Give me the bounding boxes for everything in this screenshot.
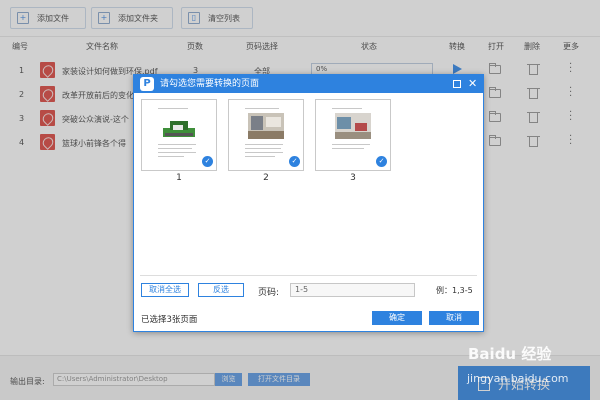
- page-select-dialog: P 请勾选您需要转换的页面 ✕ ✓ ✓ ✓ 1 2 3 取消全选 反选 页码: …: [133, 74, 484, 332]
- dialog-title: 请勾选您需要转换的页面: [160, 79, 260, 89]
- watermark-logo: Baidu 经验: [468, 345, 552, 363]
- invert-selection-button[interactable]: 反选: [198, 283, 244, 297]
- page-preview: [241, 104, 291, 166]
- page-preview: [154, 104, 204, 166]
- page-range-example: 例：1,3-5: [436, 286, 473, 295]
- close-icon[interactable]: ✕: [468, 76, 477, 92]
- checked-icon[interactable]: ✓: [202, 156, 213, 167]
- room-image: [248, 113, 284, 139]
- ok-button[interactable]: 确定: [372, 311, 422, 325]
- page-range-label: 页码:: [258, 288, 280, 298]
- deselect-all-button[interactable]: 取消全选: [141, 283, 189, 297]
- page-range-input[interactable]: 1-5: [290, 283, 415, 297]
- cancel-button[interactable]: 取消: [429, 311, 479, 325]
- page-thumbnail[interactable]: ✓: [141, 99, 217, 171]
- watermark-url: jingyan.baidu.com: [467, 372, 569, 385]
- page-number: 3: [350, 173, 356, 183]
- dialog-title-bar: P 请勾选您需要转换的页面 ✕: [134, 75, 483, 93]
- page-thumbnail[interactable]: ✓: [315, 99, 391, 171]
- page-number: 2: [263, 173, 269, 183]
- page-thumbnail[interactable]: ✓: [228, 99, 304, 171]
- house-image: [163, 121, 195, 137]
- page-preview: [328, 104, 378, 166]
- checked-icon[interactable]: ✓: [376, 156, 387, 167]
- room-image: [335, 113, 371, 139]
- page-number: 1: [176, 173, 182, 183]
- divider: [140, 275, 477, 276]
- maximize-icon[interactable]: [453, 80, 461, 88]
- app-logo-icon: P: [140, 77, 154, 91]
- selected-count: 已选择3张页面: [141, 315, 198, 325]
- checked-icon[interactable]: ✓: [289, 156, 300, 167]
